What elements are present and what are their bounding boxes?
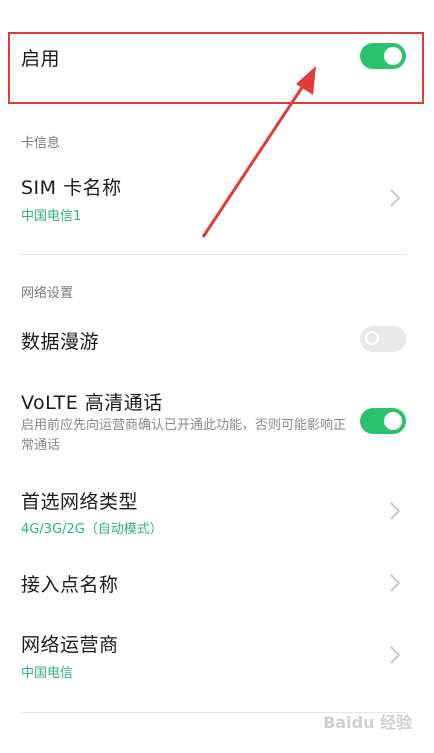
annotation-arrow-icon xyxy=(201,66,316,238)
watermark: Baidu 经验 xyxy=(323,713,412,732)
